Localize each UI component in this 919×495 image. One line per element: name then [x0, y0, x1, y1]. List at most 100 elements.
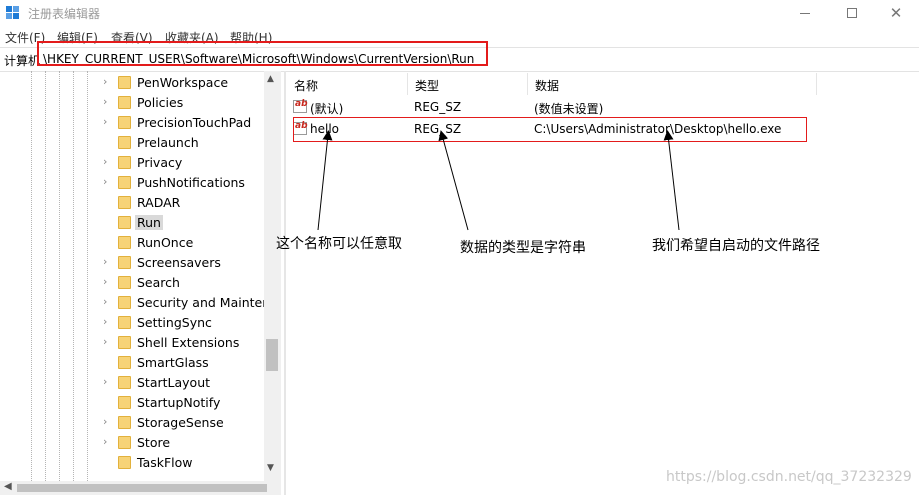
- scroll-left-icon[interactable]: ◀: [4, 481, 12, 492]
- address-root-label: 计算机: [4, 54, 41, 68]
- tree-item-taskflow[interactable]: TaskFlow: [100, 453, 268, 473]
- hscroll-thumb[interactable]: [17, 484, 267, 492]
- tree-item-label: Security and Maintena: [137, 295, 278, 310]
- value-row-default[interactable]: ab (默认) REG_SZ (数值未设置): [290, 97, 810, 117]
- tree-item-smartglass[interactable]: SmartGlass: [100, 353, 268, 373]
- annotation-path-note: 我们希望自启动的文件路径: [652, 238, 820, 254]
- close-icon: ✕: [889, 3, 903, 22]
- tree-item-penworkspace[interactable]: › PenWorkspace: [100, 73, 268, 93]
- folder-icon: [118, 176, 131, 189]
- folder-icon: [118, 276, 131, 289]
- tree-item-runonce[interactable]: RunOnce: [100, 233, 268, 253]
- tree-item-label: Screensavers: [137, 255, 221, 270]
- column-header-type[interactable]: 类型: [408, 73, 528, 95]
- column-header-data[interactable]: 数据: [528, 73, 817, 95]
- arrow-to-data: [663, 130, 680, 231]
- tree-item-label: StartupNotify: [137, 395, 221, 410]
- address-highlight-box: [37, 41, 488, 66]
- folder-icon: [118, 296, 131, 309]
- watermark-text: https://blog.csdn.net/qq_37232329: [666, 469, 912, 485]
- folder-icon: [118, 156, 131, 169]
- chevron-right-icon[interactable]: ›: [103, 255, 107, 268]
- minimize-button[interactable]: [782, 0, 828, 26]
- tree-item-label: PrecisionTouchPad: [137, 115, 252, 130]
- folder-icon: [118, 196, 131, 209]
- close-button[interactable]: ✕: [873, 0, 919, 26]
- tree-guide-line: [45, 71, 46, 495]
- chevron-right-icon[interactable]: ›: [103, 275, 107, 288]
- scroll-down-icon[interactable]: ▼: [267, 463, 274, 473]
- tree-item-startupnotify[interactable]: StartupNotify: [100, 393, 268, 413]
- tree-item-label: PushNotifications: [137, 175, 245, 190]
- tree-item-label: Prelaunch: [137, 135, 199, 150]
- tree-item-shell-extensions[interactable]: › Shell Extensions: [100, 333, 268, 353]
- chevron-right-icon[interactable]: ›: [103, 415, 107, 428]
- tree-item-settingsync[interactable]: › SettingSync: [100, 313, 268, 333]
- pane-splitter[interactable]: [284, 71, 286, 495]
- tree-item-label: Policies: [137, 95, 184, 110]
- chevron-right-icon[interactable]: ›: [103, 155, 107, 168]
- title-bar: 注册表编辑器 ✕: [0, 0, 919, 26]
- tree-item-screensavers[interactable]: › Screensavers: [100, 253, 268, 273]
- folder-icon: [118, 436, 131, 449]
- chevron-right-icon[interactable]: ›: [103, 335, 107, 348]
- tree-item-run[interactable]: Run: [100, 213, 268, 233]
- folder-icon: [118, 256, 131, 269]
- column-header-name[interactable]: 名称: [287, 73, 408, 95]
- tree-item-store[interactable]: › Store: [100, 433, 268, 453]
- tree-item-pushnotifications[interactable]: › PushNotifications: [100, 173, 268, 193]
- tree-item-label: RADAR: [137, 195, 181, 210]
- maximize-button[interactable]: [829, 0, 875, 26]
- folder-icon: [118, 76, 131, 89]
- folder-icon: [118, 336, 131, 349]
- chevron-right-icon[interactable]: ›: [103, 435, 107, 448]
- folder-icon: [118, 396, 131, 409]
- value-data: (数值未设置): [534, 102, 604, 116]
- tree-item-policies[interactable]: › Policies: [100, 93, 268, 113]
- tree-item-label: TaskFlow: [137, 455, 193, 470]
- tree-item-label: SettingSync: [137, 315, 212, 330]
- tree-guide-line: [31, 71, 32, 495]
- tree-item-startlayout[interactable]: › StartLayout: [100, 373, 268, 393]
- value-type: REG_SZ: [414, 100, 462, 114]
- column-name-label: 名称: [294, 79, 319, 93]
- annotation-name-note: 这个名称可以任意取: [276, 236, 402, 252]
- tree-item-label: Privacy: [137, 155, 183, 170]
- folder-icon: [118, 416, 131, 429]
- tree-item-label: Run: [135, 215, 163, 230]
- tree-item-label: StartLayout: [137, 375, 211, 390]
- tree-guide-line: [87, 71, 88, 495]
- tree-item-security-and-maintena[interactable]: › Security and Maintena: [100, 293, 278, 313]
- chevron-right-icon[interactable]: ›: [103, 115, 107, 128]
- tree-item-privacy[interactable]: › Privacy: [100, 153, 268, 173]
- chevron-right-icon[interactable]: ›: [103, 375, 107, 388]
- tree-item-storagesense[interactable]: › StorageSense: [100, 413, 268, 433]
- tree-item-label: SmartGlass: [137, 355, 209, 370]
- tree-item-radar[interactable]: RADAR: [100, 193, 268, 213]
- scroll-up-icon[interactable]: ▲: [267, 74, 274, 84]
- maximize-icon: [847, 8, 857, 18]
- tree-item-precisiontouchpad[interactable]: › PrecisionTouchPad: [100, 113, 268, 133]
- chevron-right-icon[interactable]: ›: [103, 175, 107, 188]
- tree-item-prelaunch[interactable]: Prelaunch: [100, 133, 268, 153]
- chevron-right-icon[interactable]: ›: [103, 295, 107, 308]
- scroll-thumb[interactable]: [266, 339, 278, 371]
- chevron-right-icon[interactable]: ›: [103, 315, 107, 328]
- folder-icon: [118, 96, 131, 109]
- chevron-right-icon[interactable]: ›: [103, 95, 107, 108]
- tree-item-search[interactable]: › Search: [100, 273, 268, 293]
- tree-guide-line: [73, 71, 74, 495]
- tree-item-label: RunOnce: [137, 235, 194, 250]
- folder-icon: [118, 116, 131, 129]
- tree-vertical-scrollbar[interactable]: ▲ ▼: [264, 71, 281, 481]
- regedit-app-icon: [6, 6, 20, 20]
- hello-highlight-box: [293, 117, 807, 142]
- tree-horizontal-scrollbar[interactable]: ◀: [0, 481, 281, 495]
- chevron-right-icon[interactable]: ›: [103, 75, 107, 88]
- value-name: (默认): [310, 102, 344, 116]
- tree-item-label: StorageSense: [137, 415, 224, 430]
- folder-icon: [118, 456, 131, 469]
- folder-icon: [118, 316, 131, 329]
- folder-icon: [118, 356, 131, 369]
- tree-item-label: PenWorkspace: [137, 75, 229, 90]
